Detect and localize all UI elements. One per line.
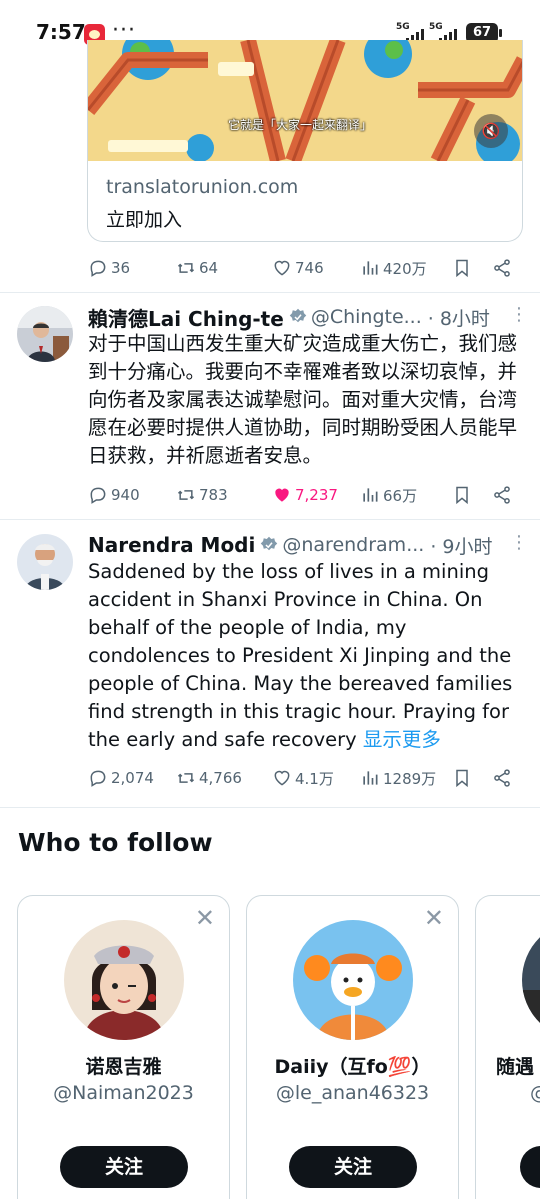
- share-icon: [494, 769, 510, 787]
- like-count: 746: [295, 259, 324, 277]
- video-thumbnail[interactable]: 它就是「大家一起来翻译」 🔇: [88, 40, 522, 161]
- retweet-icon: [177, 773, 195, 783]
- status-time: 7:57: [36, 20, 86, 44]
- retweet-button[interactable]: 783: [176, 480, 228, 510]
- retweet-count: 4,766: [199, 769, 242, 787]
- views-icon: [363, 771, 378, 785]
- follow-card[interactable]: ✕ 诺恩吉雅 @Naiman2023 关注: [17, 895, 230, 1199]
- retweet-button[interactable]: 4,766: [176, 763, 242, 793]
- bookmark-icon: [456, 769, 468, 788]
- retweet-icon: [177, 263, 195, 273]
- reply-icon: [90, 487, 106, 504]
- view-count: 1289万: [383, 769, 437, 788]
- follow-button[interactable]: [520, 1146, 540, 1188]
- retweet-count: 783: [199, 486, 228, 504]
- reply-button[interactable]: 940: [88, 480, 140, 510]
- more-options-icon[interactable]: ⋮: [510, 304, 528, 325]
- bookmark-button[interactable]: [452, 480, 472, 510]
- like-count: 4.1万: [295, 769, 334, 788]
- divider: [0, 519, 540, 520]
- verified-badge-icon: [261, 536, 278, 551]
- like-button[interactable]: 7,237: [272, 480, 338, 510]
- follow-name: 随遇: [496, 1056, 535, 1078]
- display-name[interactable]: Narendra Modi: [88, 533, 255, 557]
- view-count: 420万: [383, 259, 427, 278]
- tweet-time: · 9小时: [430, 535, 493, 558]
- link-card[interactable]: 它就是「大家一起来翻译」 🔇 translatorunion.com 立即加入: [87, 40, 523, 242]
- display-name[interactable]: 賴清德Lai Ching-te: [88, 303, 284, 332]
- heart-icon: [274, 260, 290, 276]
- reply-button[interactable]: 36: [88, 253, 130, 283]
- follow-handle: @Naiman2023: [53, 1082, 194, 1104]
- video-subtitle: 它就是「大家一起来翻译」: [228, 118, 373, 132]
- verified-badge-icon: [289, 308, 307, 323]
- tweet-text: Saddened by the loss of lives in a minin…: [88, 558, 520, 754]
- tweet-text-body: Saddened by the loss of lives in a minin…: [88, 560, 513, 751]
- share-button[interactable]: [492, 253, 512, 283]
- bookmark-icon: [456, 259, 468, 278]
- follow-handle: @: [530, 1082, 540, 1104]
- user-handle[interactable]: @Chingte...: [311, 306, 422, 328]
- avatar[interactable]: [64, 920, 184, 1040]
- share-icon: [494, 259, 510, 277]
- retweet-count: 64: [199, 259, 219, 277]
- views-icon: [363, 261, 378, 275]
- bookmark-button[interactable]: [452, 253, 472, 283]
- views-button[interactable]: 1289万: [360, 763, 436, 793]
- close-icon[interactable]: ✕: [195, 904, 215, 932]
- reply-count: 36: [111, 259, 131, 277]
- show-more-link[interactable]: 显示更多: [363, 728, 441, 751]
- views-button[interactable]: 420万: [360, 253, 427, 283]
- follow-name: Daiiy（互fo💯）: [274, 1056, 431, 1078]
- follow-name: 诺恩吉雅: [85, 1056, 162, 1078]
- avatar[interactable]: [522, 920, 540, 1040]
- follow-card[interactable]: ✕ Daiiy（互fo💯） @le_anan46323 关注: [246, 895, 459, 1199]
- follow-button[interactable]: 关注: [60, 1146, 188, 1188]
- bookmark-button[interactable]: [452, 763, 472, 793]
- tweet-time: · 8小时: [427, 307, 490, 330]
- share-button[interactable]: [492, 763, 512, 793]
- heart-icon: [274, 770, 290, 786]
- tweet-header: 賴清德Lai Ching-te @Chingte... · 8小时 ⋮: [88, 302, 528, 332]
- close-icon[interactable]: ✕: [424, 904, 444, 932]
- tweet-actions: 940 783 7,237 66万: [88, 480, 518, 510]
- view-count: 66万: [383, 486, 418, 505]
- video-frame: [88, 40, 522, 161]
- reply-button[interactable]: 2,074: [88, 763, 154, 793]
- divider: [0, 292, 540, 293]
- tweet-actions: 2,074 4,766 4.1万 1289万: [88, 763, 518, 793]
- reply-count: 2,074: [111, 769, 154, 787]
- views-button[interactable]: 66万: [360, 480, 417, 510]
- like-button[interactable]: 746: [272, 253, 324, 283]
- card-domain: translatorunion.com: [106, 176, 299, 198]
- avatar[interactable]: [17, 306, 73, 362]
- user-handle[interactable]: @narendram...: [282, 534, 424, 556]
- views-icon: [363, 488, 378, 502]
- follow-button[interactable]: 关注: [289, 1146, 417, 1188]
- reply-icon: [90, 260, 106, 277]
- more-options-icon[interactable]: ⋮: [510, 532, 528, 553]
- bookmark-icon: [456, 486, 468, 505]
- reply-count: 940: [111, 486, 140, 504]
- divider: [0, 807, 540, 808]
- reply-icon: [90, 770, 106, 787]
- follow-card[interactable]: 随遇 @: [475, 895, 540, 1199]
- tweet-text: 对于中国山西发生重大矿灾造成重大伤亡，我们感到十分痛心。我要向不幸罹难者致以深切…: [88, 332, 518, 467]
- who-to-follow-title: Who to follow: [18, 828, 213, 857]
- share-button[interactable]: [492, 480, 512, 510]
- tweet-actions: 36 64 746 420万: [88, 253, 518, 283]
- avatar[interactable]: [293, 920, 413, 1040]
- like-button[interactable]: 4.1万: [272, 763, 334, 793]
- retweet-icon: [177, 490, 195, 500]
- card-title: 立即加入: [106, 209, 183, 231]
- tweet-header: Narendra Modi @narendram... · 9小时 ⋮: [88, 530, 528, 560]
- like-count: 7,237: [295, 486, 338, 504]
- mute-icon[interactable]: 🔇: [474, 114, 508, 148]
- retweet-button[interactable]: 64: [176, 253, 218, 283]
- share-icon: [494, 486, 510, 504]
- follow-handle: @le_anan46323: [275, 1082, 430, 1104]
- avatar[interactable]: [17, 534, 73, 590]
- heart-filled-icon: [275, 488, 289, 502]
